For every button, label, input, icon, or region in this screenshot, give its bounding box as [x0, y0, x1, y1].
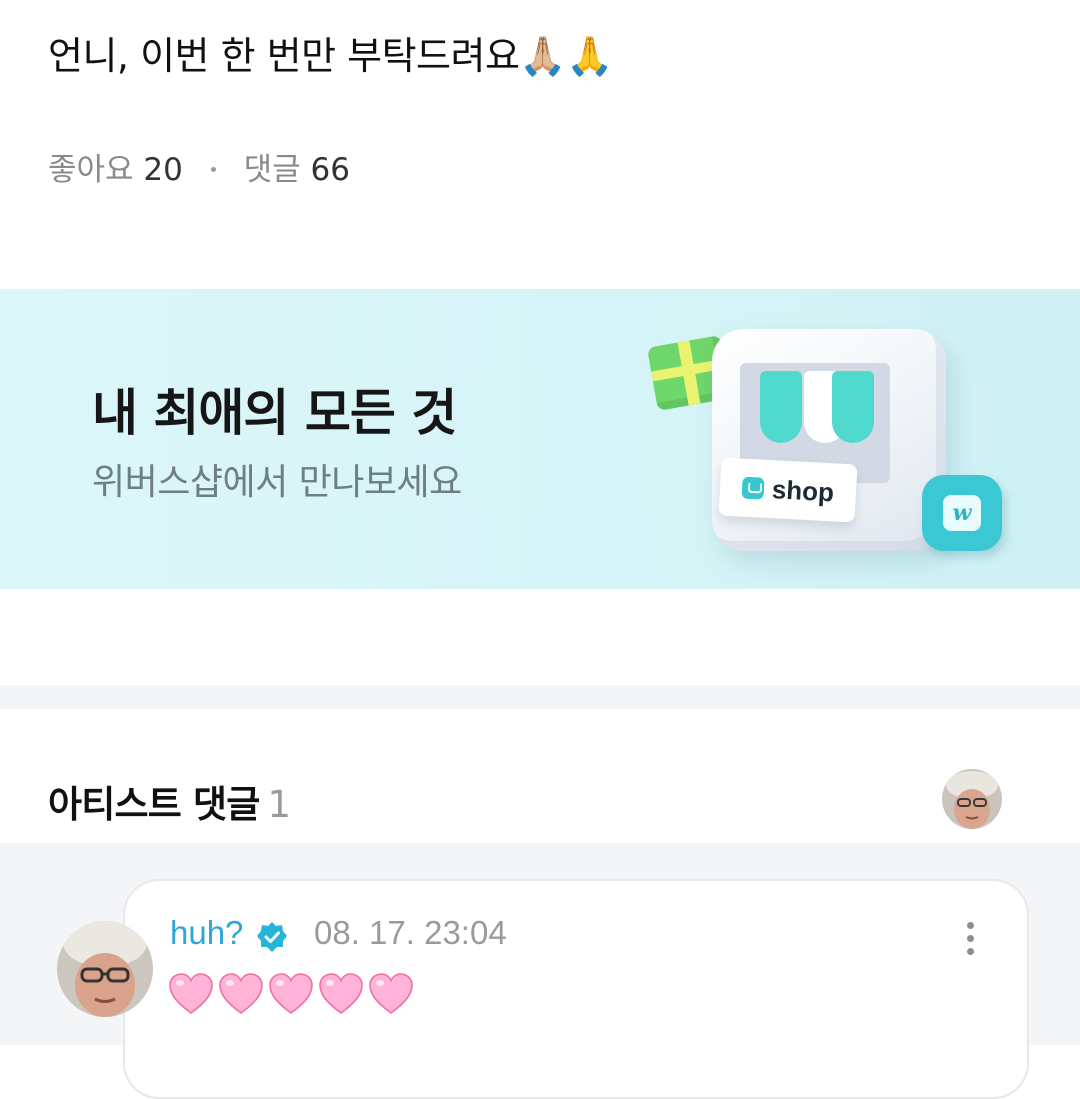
awning-stripe: [832, 371, 874, 443]
shop-sign: shop: [718, 457, 858, 523]
pink-heart-icon: [269, 973, 313, 1014]
kebab-dot: [966, 921, 974, 929]
comment-timestamp: 08. 17. 23:04: [314, 914, 507, 951]
pink-heart-icon: [369, 973, 413, 1014]
pink-heart-icon: [169, 973, 213, 1014]
banner-subtitle: 위버스샵에서 만나보세요: [92, 462, 462, 503]
artist-avatar[interactable]: [942, 769, 1002, 829]
artist-comments-heading: 아티스트 댓글 1: [48, 774, 292, 828]
artist-comments-count: 1: [267, 783, 292, 826]
likes-count[interactable]: 20: [143, 152, 182, 188]
likes-label[interactable]: 좋아요: [48, 152, 134, 188]
kebab-dot: [966, 934, 974, 942]
bag-letter: w: [943, 495, 981, 531]
pink-heart-icon: [219, 973, 263, 1014]
verified-badge-icon: [257, 922, 287, 952]
section-divider: [0, 685, 1080, 709]
comment-body: [168, 972, 414, 1016]
post-title: 언니, 이번 한 번만 부탁드려요🙏🏼🙏: [48, 34, 614, 78]
weverse-shop-banner[interactable]: 내 최애의 모든 것 위버스샵에서 만나보세요 shop w: [0, 289, 1080, 589]
shop-storefront-illustration: shop: [712, 329, 946, 551]
shop-bag-icon: [741, 476, 765, 500]
kebab-dot: [966, 947, 974, 955]
comments-count[interactable]: 66: [311, 152, 350, 188]
weverse-shop-bag-icon: w: [922, 475, 1002, 551]
more-options-button[interactable]: [950, 914, 990, 962]
separator-dot: [210, 167, 216, 172]
pink-heart-icon: [319, 973, 363, 1014]
comments-label[interactable]: 댓글: [244, 152, 301, 188]
shop-sign-label: shop: [771, 473, 835, 507]
comment-author-avatar[interactable]: [57, 921, 153, 1017]
comment-author-name[interactable]: huh?: [170, 914, 243, 952]
banner-headline: 내 최애의 모든 것: [92, 384, 457, 442]
awning-stripe: [760, 371, 802, 443]
post-stats: 좋아요 20 댓글 66: [48, 148, 350, 192]
artist-comments-title: 아티스트 댓글: [48, 783, 260, 826]
